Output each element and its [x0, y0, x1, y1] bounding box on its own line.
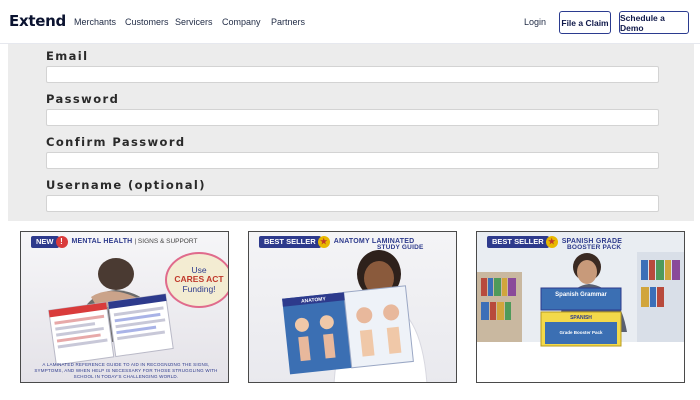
star-icon: ★	[317, 235, 330, 248]
book-title-3: Grade Booster Pack	[559, 330, 603, 335]
confirm-password-field[interactable]	[46, 152, 659, 169]
star-icon: ★	[545, 235, 558, 248]
nav-link-customers[interactable]: Customers	[125, 17, 169, 27]
nav-link-merchants[interactable]: Merchants	[74, 17, 116, 27]
product-badge: NEW ! MENTAL HEALTH | SIGNS & SUPPORT	[31, 235, 197, 248]
spanish-product-image: Spanish Grammar SPANISH Grade Booster Pa…	[477, 232, 684, 382]
extend-logo[interactable]: Extend	[9, 12, 66, 30]
email-label: Email	[46, 49, 89, 63]
top-navigation: Extend Merchants Customers Servicers Com…	[0, 0, 700, 44]
exclamation-icon: !	[55, 235, 68, 248]
password-label: Password	[46, 92, 120, 106]
email-field[interactable]	[46, 66, 659, 83]
login-link[interactable]: Login	[524, 17, 546, 27]
anatomy-product-image: ANATOMY	[249, 232, 456, 382]
nav-link-servicers[interactable]: Servicers	[175, 17, 213, 27]
product-subtitle: | SIGNS & SUPPORT	[134, 238, 198, 245]
best-seller-badge: BEST SELLER	[487, 235, 549, 248]
product-caption: A LAMINATED REFERENCE GUIDE TO AID IN RE…	[34, 362, 218, 379]
best-seller-badge: BEST SELLER	[259, 235, 321, 248]
nav-link-partners[interactable]: Partners	[271, 17, 305, 27]
username-field[interactable]	[46, 195, 659, 212]
signup-form: Email Password Confirm Password Username…	[8, 44, 694, 221]
password-field[interactable]	[46, 109, 659, 126]
schedule-demo-button[interactable]: Schedule a Demo	[619, 11, 689, 34]
product-card-anatomy[interactable]: ANATOMY BEST SELLER ★ ANATOMY LAMINATED …	[248, 231, 457, 383]
product-title: MENTAL HEALTH	[71, 238, 133, 245]
product-card-spanish[interactable]: Spanish Grammar SPANISH Grade Booster Pa…	[476, 231, 685, 383]
new-badge: NEW	[31, 235, 59, 248]
book-title-2: SPANISH	[570, 315, 592, 321]
nav-link-company[interactable]: Company	[222, 17, 261, 27]
product-title-line-2: BOOSTER PACK	[567, 244, 622, 251]
cares-act-callout: Use CARES ACT Funding!	[165, 252, 228, 308]
product-card-mental-health[interactable]: NEW ! MENTAL HEALTH | SIGNS & SUPPORT Us…	[20, 231, 229, 383]
callout-line-3: Funding!	[182, 283, 216, 294]
product-title-line-2: STUDY GUIDE	[377, 244, 424, 251]
confirm-password-label: Confirm Password	[46, 135, 186, 149]
file-claim-button[interactable]: File a Claim	[559, 11, 611, 34]
book-title: Spanish Grammar	[555, 292, 607, 298]
username-label: Username (optional)	[46, 178, 206, 192]
